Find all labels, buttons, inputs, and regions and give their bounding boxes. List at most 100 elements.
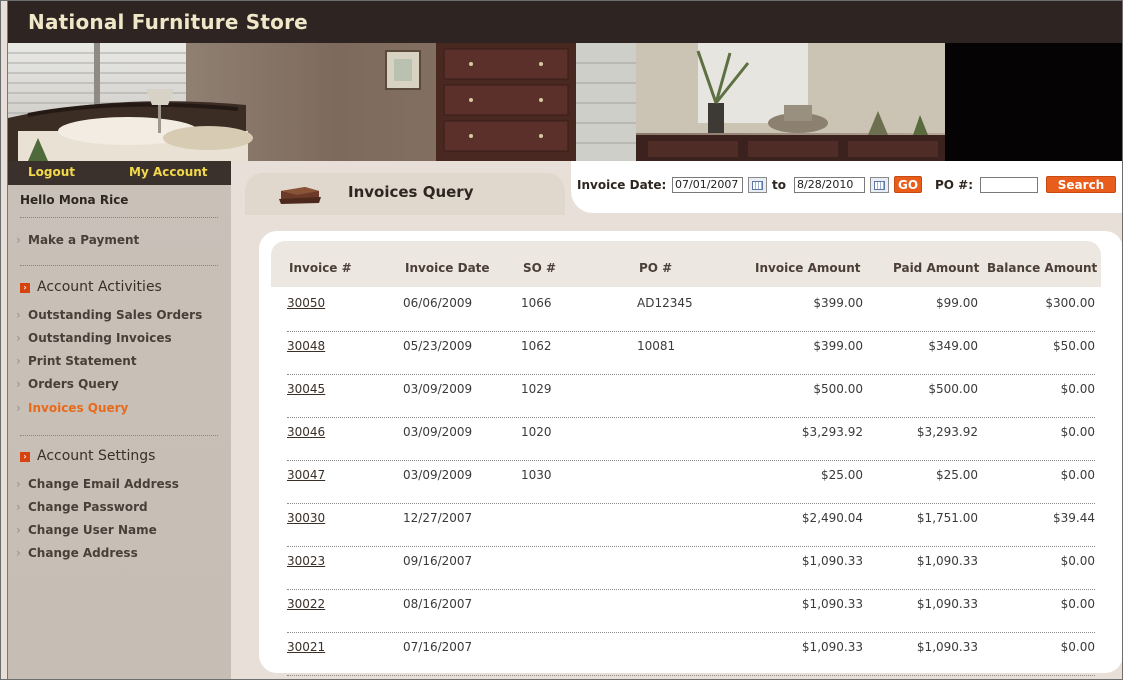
- cell-invoice-number: 30022: [287, 597, 325, 611]
- cell-invoice-amount: $1,090.33: [801, 640, 863, 654]
- cell-balance-amount: $0.00: [1060, 382, 1095, 396]
- chevron-right-icon: ›: [16, 477, 21, 491]
- invoice-link[interactable]: 30045: [287, 382, 325, 396]
- cell-invoice-amount: $399.00: [813, 339, 863, 353]
- cell-invoice-date: 03/09/2009: [403, 382, 473, 396]
- calendar-icon[interactable]: [870, 177, 889, 193]
- sidebar-item-outstanding-sales-orders[interactable]: › Outstanding Sales Orders: [16, 308, 203, 322]
- cell-so-number: 1062: [521, 339, 552, 353]
- search-button[interactable]: Search: [1046, 176, 1116, 193]
- cell-invoice-date: 07/16/2007: [403, 640, 473, 654]
- to-date-input[interactable]: [794, 177, 865, 193]
- sidebar-item-label: Print Statement: [28, 354, 137, 368]
- invoice-link[interactable]: 30021: [287, 640, 325, 654]
- cell-paid-amount: $1,090.33: [916, 597, 978, 611]
- main-content: Invoices Query Invoice Date: to GO PO #:…: [231, 161, 1122, 679]
- site-header: National Furniture Store: [8, 1, 1122, 43]
- sidebar-item-orders-query[interactable]: › Orders Query: [16, 377, 119, 391]
- cell-po-number: 10081: [637, 339, 676, 353]
- cell-invoice-amount: $2,490.04: [801, 511, 863, 525]
- cell-paid-amount: $99.00: [936, 296, 978, 310]
- page-title: Invoices Query: [348, 183, 474, 201]
- cell-balance-amount: $50.00: [1053, 339, 1095, 353]
- sidebar-item-label: Change User Name: [28, 523, 157, 537]
- column-header-invoice-amount: Invoice Amount: [755, 261, 861, 275]
- cell-balance-amount: $0.00: [1060, 597, 1095, 611]
- account-links-bar: Logout My Account: [8, 161, 231, 185]
- calendar-icon[interactable]: [748, 177, 767, 193]
- section-arrow-icon: ›: [20, 283, 30, 293]
- cell-invoice-number: 30048: [287, 339, 325, 353]
- cell-invoice-amount: $1,090.33: [801, 597, 863, 611]
- table-row: 30023 09/16/2007 $1,090.33 $1,090.33 $0.00: [287, 545, 1095, 590]
- sidebar-item-outstanding-invoices[interactable]: › Outstanding Invoices: [16, 331, 172, 345]
- cell-paid-amount: $1,090.33: [916, 554, 978, 568]
- go-button[interactable]: GO: [894, 176, 922, 193]
- cell-paid-amount: $25.00: [936, 468, 978, 482]
- cell-invoice-date: 03/09/2009: [403, 468, 473, 482]
- sofa-icon: [279, 187, 321, 204]
- from-date-input[interactable]: [672, 177, 743, 193]
- chevron-right-icon: ›: [16, 377, 21, 391]
- cell-po-number: AD12345: [637, 296, 693, 310]
- table-row: 30022 08/16/2007 $1,090.33 $1,090.33 $0.00: [287, 588, 1095, 633]
- invoice-link[interactable]: 30023: [287, 554, 325, 568]
- page: National Furniture Store Logout My Accou…: [7, 1, 1122, 679]
- sidebar-item-label: Change Email Address: [28, 477, 179, 491]
- invoice-link[interactable]: 30030: [287, 511, 325, 525]
- section-heading-account-activities: › Account Activities: [20, 279, 162, 295]
- sidebar-item-label: Outstanding Sales Orders: [28, 308, 203, 322]
- table-row: 30021 07/16/2007 $1,090.33 $1,090.33 $0.00: [287, 631, 1095, 676]
- bedroom-banner-illustration: [8, 43, 945, 161]
- sidebar-item-label: Make a Payment: [28, 233, 140, 247]
- sidebar-item-change-password[interactable]: › Change Password: [16, 500, 148, 514]
- my-account-link[interactable]: My Account: [129, 165, 208, 179]
- invoice-link[interactable]: 30048: [287, 339, 325, 353]
- cell-paid-amount: $1,751.00: [916, 511, 978, 525]
- sidebar-item-change-email[interactable]: › Change Email Address: [16, 477, 179, 491]
- cell-invoice-amount: $3,293.92: [801, 425, 863, 439]
- cell-paid-amount: $349.00: [928, 339, 978, 353]
- invoice-link[interactable]: 30050: [287, 296, 325, 310]
- sidebar-item-label: Invoices Query: [28, 401, 129, 415]
- cell-paid-amount: $3,293.92: [916, 425, 978, 439]
- sidebar-item-change-user-name[interactable]: › Change User Name: [16, 523, 157, 537]
- column-header-balance-amount: Balance Amount: [987, 261, 1098, 275]
- sidebar-item-make-payment[interactable]: › Make a Payment: [16, 233, 140, 247]
- divider: [20, 265, 218, 266]
- invoice-link[interactable]: 30046: [287, 425, 325, 439]
- invoice-date-label: Invoice Date:: [577, 178, 667, 192]
- cell-invoice-amount: $25.00: [821, 468, 863, 482]
- cell-invoice-number: 30023: [287, 554, 325, 568]
- invoice-link[interactable]: 30047: [287, 468, 325, 482]
- divider: [20, 217, 218, 218]
- sidebar-item-print-statement[interactable]: › Print Statement: [16, 354, 137, 368]
- banner-filler: [945, 43, 1122, 161]
- sidebar-item-invoices-query[interactable]: › Invoices Query: [16, 401, 129, 415]
- user-greeting: Hello Mona Rice: [20, 193, 129, 207]
- cell-invoice-date: 08/16/2007: [403, 597, 473, 611]
- sidebar-item-label: Change Password: [28, 500, 148, 514]
- cell-invoice-date: 05/23/2009: [403, 339, 473, 353]
- table-row: 30048 05/23/2009 1062 10081 $399.00 $349.00 $5…: [287, 330, 1095, 375]
- cell-invoice-amount: $500.00: [813, 382, 863, 396]
- cell-balance-amount: $39.44: [1053, 511, 1095, 525]
- sidebar-item-label: Change Address: [28, 546, 138, 560]
- cell-invoice-number: 30050: [287, 296, 325, 310]
- invoice-link[interactable]: 30022: [287, 597, 325, 611]
- cell-balance-amount: $0.00: [1060, 425, 1095, 439]
- divider: [20, 435, 218, 436]
- chevron-right-icon: ›: [16, 546, 21, 560]
- cell-so-number: 1066: [521, 296, 552, 310]
- section-arrow-icon: ›: [20, 452, 30, 462]
- logout-link[interactable]: Logout: [28, 165, 75, 179]
- column-header-so-number: SO #: [523, 261, 557, 275]
- sidebar-item-change-address[interactable]: › Change Address: [16, 546, 138, 560]
- column-header-invoice-date: Invoice Date: [405, 261, 490, 275]
- cell-balance-amount: $300.00: [1045, 296, 1095, 310]
- po-number-input[interactable]: [980, 177, 1038, 193]
- cell-invoice-number: 30046: [287, 425, 325, 439]
- column-header-invoice-number: Invoice #: [289, 261, 352, 275]
- table-row: 30046 03/09/2009 1020 $3,293.92 $3,293.92 $0.…: [287, 416, 1095, 461]
- banner-image: [8, 43, 945, 161]
